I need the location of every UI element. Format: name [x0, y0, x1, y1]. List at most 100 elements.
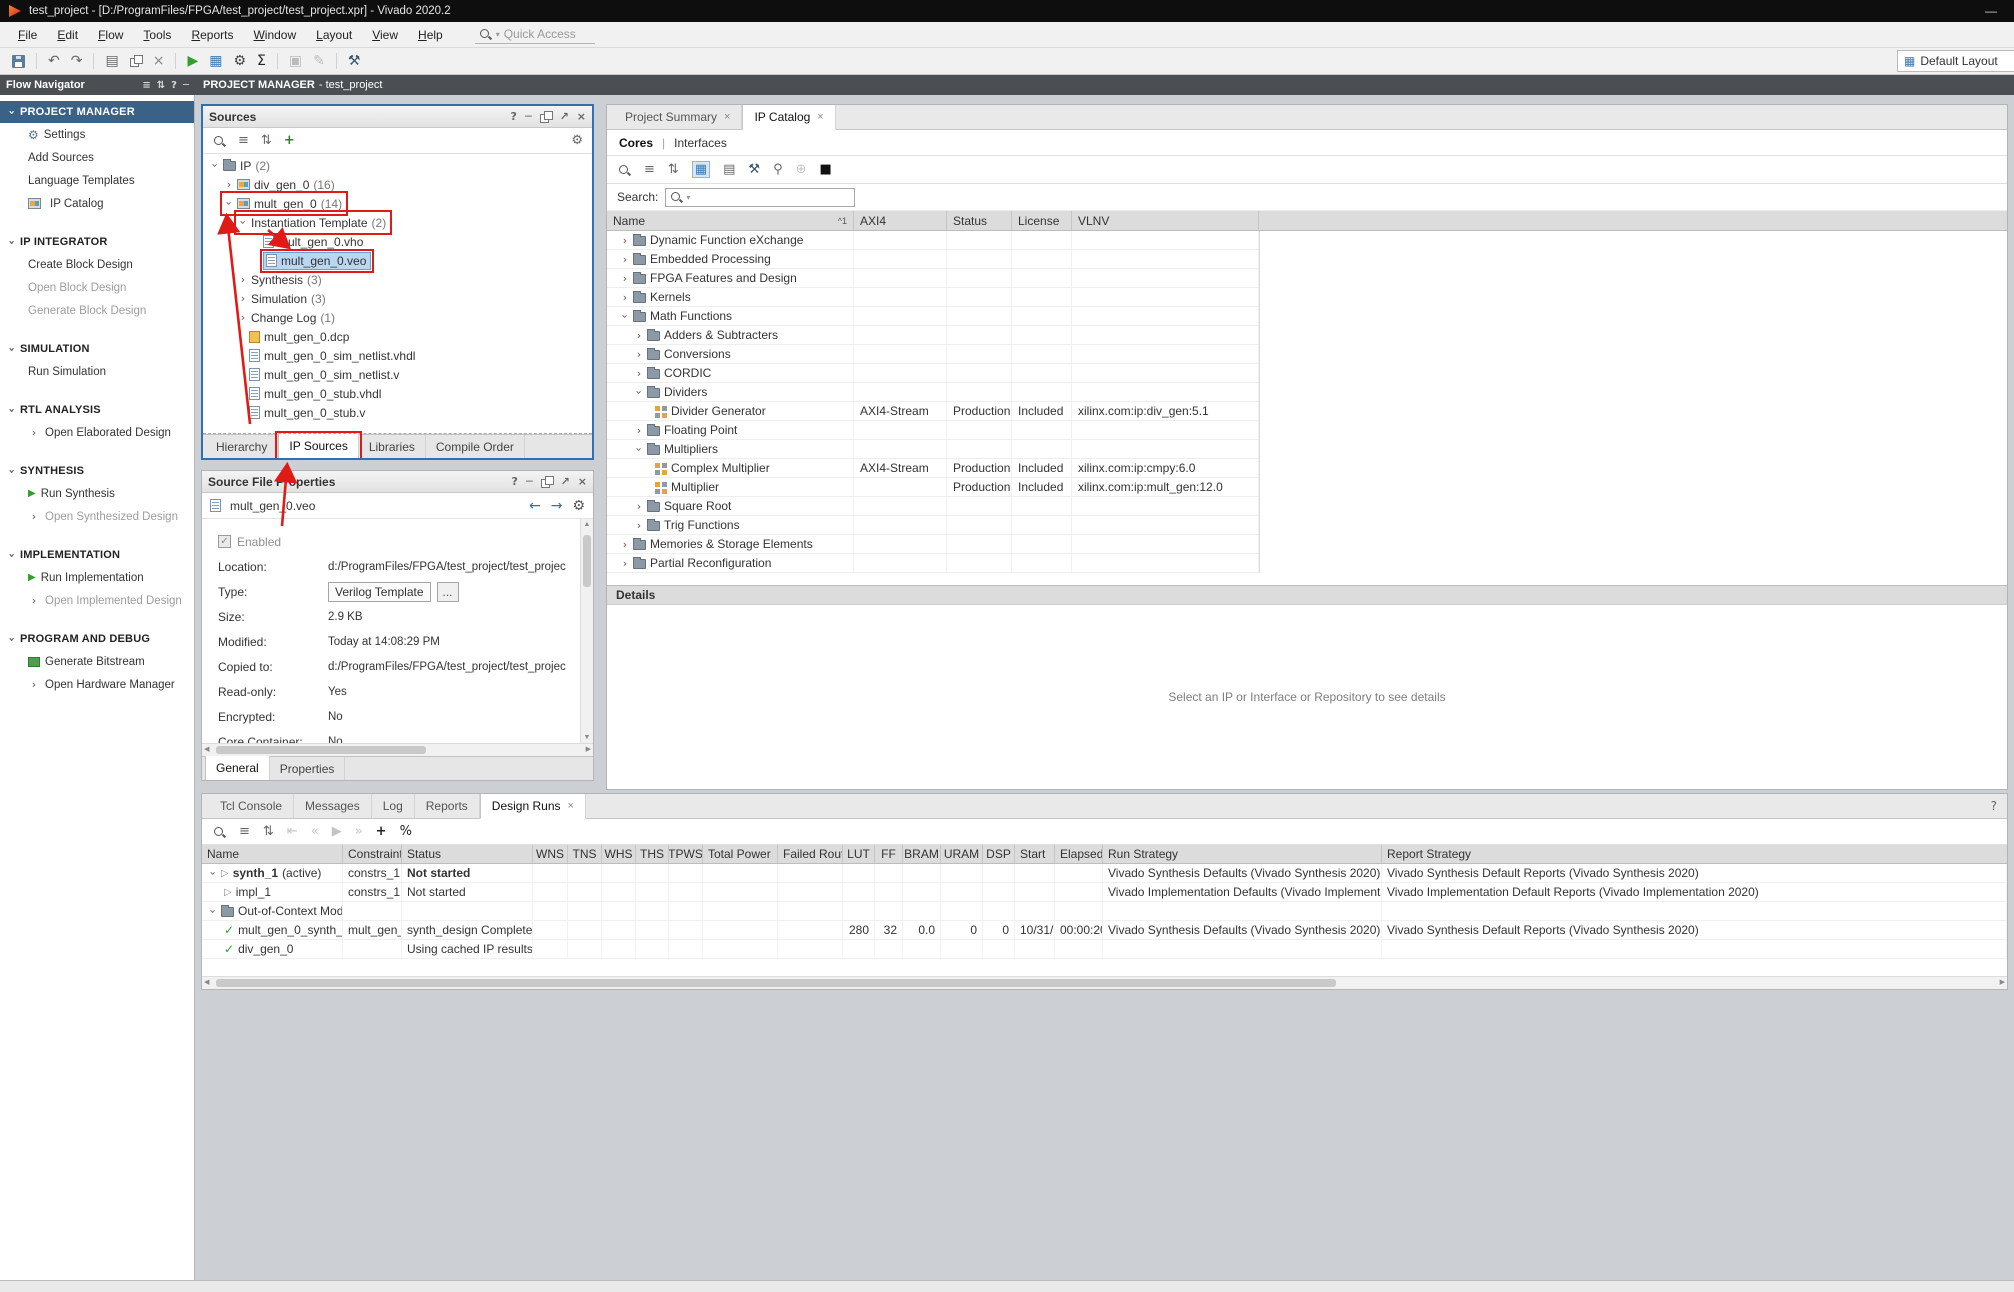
- horizontal-scrollbar[interactable]: ◀ ▶: [202, 976, 2007, 989]
- tree-item-stub-v[interactable]: mult_gen_0_stub.v: [203, 403, 592, 422]
- chevron-right-icon[interactable]: [619, 254, 631, 265]
- category-row[interactable]: Trig Functions: [607, 516, 1259, 535]
- close-icon[interactable]: ×: [817, 111, 823, 123]
- search-icon[interactable]: [212, 134, 226, 148]
- category-row-multipliers[interactable]: Multipliers: [607, 440, 1259, 459]
- category-row[interactable]: Kernels: [607, 288, 1259, 307]
- category-row[interactable]: CORDIC: [607, 364, 1259, 383]
- chevron-down-icon[interactable]: [7, 343, 18, 355]
- minimize-icon[interactable]: ─: [526, 475, 533, 488]
- help-icon[interactable]: ?: [1991, 799, 1997, 813]
- customize-wrench-icon[interactable]: ⚒: [748, 162, 760, 177]
- tab-hierarchy[interactable]: Hierarchy: [206, 435, 278, 458]
- sidebar-item-run-synthesis[interactable]: ▶ Run Synthesis: [0, 482, 194, 505]
- expand-collapse-icon[interactable]: ⇅: [157, 80, 165, 91]
- percent-icon[interactable]: %: [400, 824, 412, 839]
- chevron-down-icon[interactable]: [620, 310, 631, 322]
- sidebar-item-ip-catalog[interactable]: IP Catalog: [0, 192, 194, 215]
- search-icon[interactable]: [617, 163, 631, 177]
- chevron-right-icon[interactable]: [223, 179, 235, 190]
- column-vlnv[interactable]: VLNV: [1072, 211, 1259, 230]
- chevron-right-icon[interactable]: [619, 235, 631, 246]
- column-wns[interactable]: WNS: [533, 845, 568, 863]
- column-total-power[interactable]: Total Power: [703, 845, 778, 863]
- copy-icon[interactable]: [130, 55, 142, 67]
- help-icon[interactable]: ?: [171, 80, 177, 91]
- sidebar-item-rtl-analysis[interactable]: RTL ANALYSIS: [0, 399, 194, 421]
- minimize-icon[interactable]: —: [1985, 4, 2005, 18]
- settings-gear-icon[interactable]: ⚙: [571, 133, 583, 148]
- add-run-icon[interactable]: +: [376, 824, 387, 839]
- menu-window[interactable]: Window: [243, 24, 306, 46]
- sidebar-item-ip-integrator[interactable]: IP INTEGRATOR: [0, 231, 194, 253]
- settings-gear-icon[interactable]: ⚙: [233, 53, 246, 69]
- subnav-cores[interactable]: Cores: [619, 136, 653, 150]
- close-icon[interactable]: ×: [578, 475, 587, 488]
- chevron-right-icon[interactable]: [237, 312, 249, 323]
- add-sources-icon[interactable]: +: [284, 133, 295, 148]
- chevron-down-icon[interactable]: [7, 404, 18, 416]
- debug-tools-icon[interactable]: ⚒: [348, 53, 361, 69]
- tree-item-simulation[interactable]: Simulation (3): [203, 289, 592, 308]
- column-axi4[interactable]: AXI4: [854, 211, 947, 230]
- tab-log[interactable]: Log: [372, 794, 415, 818]
- help-icon[interactable]: ?: [511, 110, 517, 123]
- layout-selector-button[interactable]: ▦ Default Layout: [1897, 50, 2014, 72]
- run-row-synth-1[interactable]: ▷ synth_1 (active) constrs_1 Not started…: [202, 864, 2007, 883]
- collapse-all-icon[interactable]: ≡: [239, 824, 250, 839]
- sidebar-item-open-elaborated-design[interactable]: Open Elaborated Design: [0, 421, 194, 444]
- tab-reports[interactable]: Reports: [415, 794, 480, 818]
- tree-item-sim-netlist-vhdl[interactable]: mult_gen_0_sim_netlist.vhdl: [203, 346, 592, 365]
- column-status[interactable]: Status: [402, 845, 533, 863]
- category-row[interactable]: Dynamic Function eXchange: [607, 231, 1259, 250]
- menu-tools[interactable]: Tools: [133, 24, 181, 46]
- external-window-icon[interactable]: ↗: [561, 475, 570, 488]
- chevron-right-icon[interactable]: [619, 273, 631, 284]
- ip-search-input[interactable]: ▾: [665, 188, 855, 207]
- column-uram[interactable]: URAM: [941, 845, 983, 863]
- save-icon[interactable]: [12, 55, 25, 68]
- chevron-right-icon[interactable]: [619, 539, 631, 550]
- menu-help[interactable]: Help: [408, 24, 453, 46]
- chevron-down-icon[interactable]: [7, 633, 18, 645]
- sidebar-item-synthesis[interactable]: SYNTHESIS: [0, 460, 194, 482]
- column-start[interactable]: Start: [1015, 845, 1055, 863]
- column-status[interactable]: Status: [947, 211, 1012, 230]
- sidebar-item-open-hardware-manager[interactable]: Open Hardware Manager: [0, 673, 194, 696]
- group-view-icon[interactable]: ▦: [692, 161, 710, 178]
- scrollbar-thumb[interactable]: [583, 535, 591, 587]
- tree-item-mult-gen-0-veo[interactable]: mult_gen_0.veo: [203, 251, 592, 270]
- expand-all-icon[interactable]: ⇅: [668, 162, 679, 177]
- menu-flow[interactable]: Flow: [88, 24, 133, 46]
- category-row-dividers[interactable]: Dividers: [607, 383, 1259, 402]
- float-icon[interactable]: [541, 476, 553, 488]
- scroll-down-icon[interactable]: ▼: [581, 734, 593, 741]
- sidebar-item-language-templates[interactable]: Language Templates: [0, 169, 194, 192]
- column-ff[interactable]: FF: [875, 845, 903, 863]
- back-icon[interactable]: ←: [529, 498, 541, 514]
- scroll-left-icon[interactable]: ◀: [204, 745, 209, 753]
- chevron-down-icon[interactable]: [7, 549, 18, 561]
- link-icon[interactable]: ⚲: [773, 162, 783, 177]
- column-ths[interactable]: THS: [636, 845, 669, 863]
- sidebar-item-implementation[interactable]: IMPLEMENTATION: [0, 544, 194, 566]
- chevron-down-icon[interactable]: [7, 465, 18, 477]
- category-row-math-functions[interactable]: Math Functions: [607, 307, 1259, 326]
- external-window-icon[interactable]: ↗: [560, 110, 569, 123]
- chevron-right-icon[interactable]: [28, 427, 40, 438]
- category-row[interactable]: Memories & Storage Elements: [607, 535, 1259, 554]
- sidebar-item-generate-bitstream[interactable]: Generate Bitstream: [0, 650, 194, 673]
- collapse-all-icon[interactable]: ≡: [644, 162, 655, 177]
- chevron-right-icon[interactable]: [633, 330, 645, 341]
- tab-tcl-console[interactable]: Tcl Console: [209, 794, 294, 818]
- undo-icon[interactable]: ↶: [48, 53, 60, 69]
- ip-row-complex-multiplier[interactable]: Complex Multiplier AXI4-Stream Productio…: [607, 459, 1259, 478]
- chevron-down-icon[interactable]: [634, 386, 645, 398]
- enabled-checkbox[interactable]: ✓: [218, 535, 231, 548]
- category-row[interactable]: Embedded Processing: [607, 250, 1259, 269]
- column-elapsed[interactable]: Elapsed: [1055, 845, 1103, 863]
- tree-item-sim-netlist-v[interactable]: mult_gen_0_sim_netlist.v: [203, 365, 592, 384]
- chevron-right-icon[interactable]: [633, 501, 645, 512]
- menu-view[interactable]: View: [362, 24, 408, 46]
- redo-icon[interactable]: ↷: [71, 53, 83, 69]
